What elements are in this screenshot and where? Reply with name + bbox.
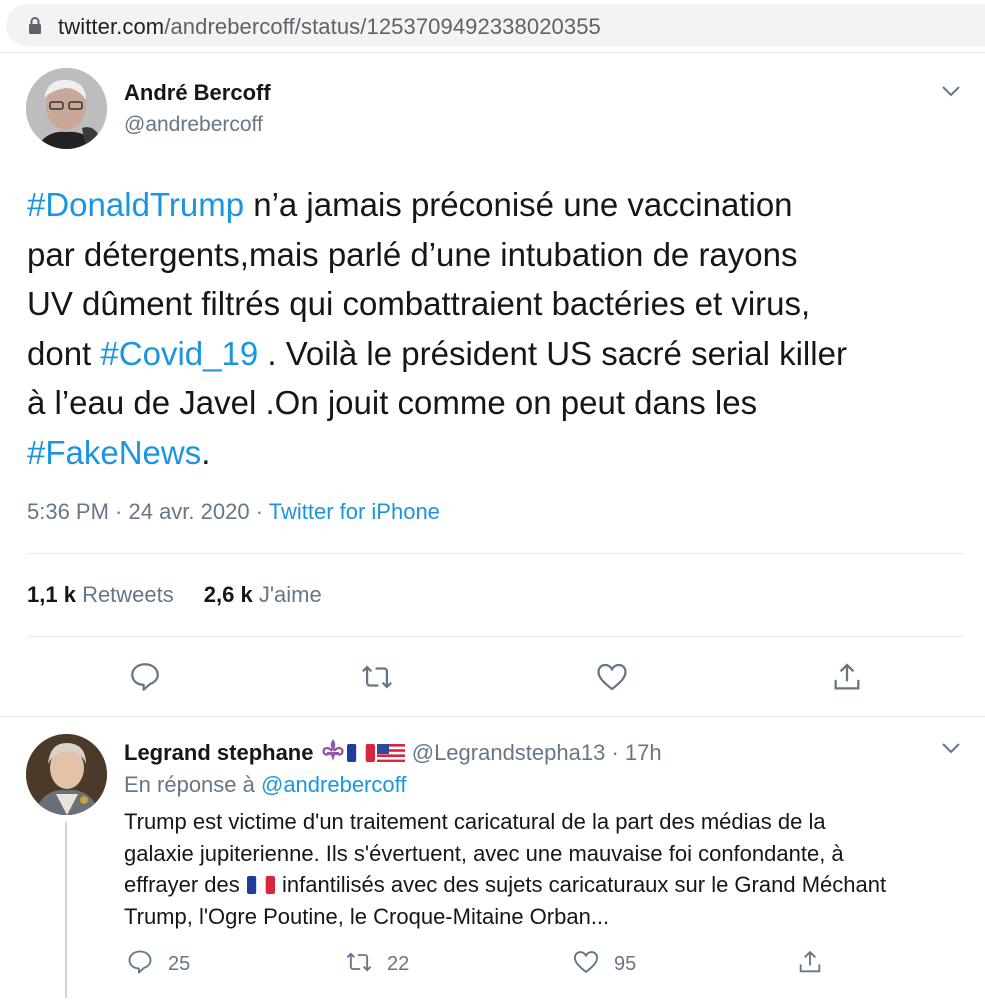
reply-text-segment: effrayer des [124, 872, 246, 897]
reply-header: Legrand stephane @Legrandstepha13 · 17h [124, 737, 662, 766]
retweet-count: 22 [387, 953, 410, 975]
author-handle[interactable]: @andrebercoff [124, 113, 263, 137]
hashtag-link[interactable]: #FakeNews [27, 434, 201, 471]
reply-icon [128, 950, 152, 974]
reply-author-handle[interactable]: @Legrandstepha13 [412, 740, 606, 765]
url-path: /andrebercoff/status/1253709492338020355 [164, 14, 601, 39]
tweet-text-line: UV dûment filtrés qui combattraient bact… [27, 285, 811, 322]
like-count: 95 [614, 953, 637, 975]
reply-author-name[interactable]: Legrand stephane [124, 740, 313, 765]
hashtag-link[interactable]: #DonaldTrump [27, 186, 244, 223]
tweet-text-line: par détergents,mais parlé d’une intubati… [27, 235, 798, 273]
in-reply-to: En réponse à @andrebercoff [124, 772, 406, 798]
reply-text: Trump est victime d'un traitement carica… [124, 806, 974, 932]
tweet-source-link[interactable]: Twitter for iPhone [269, 499, 440, 524]
reply-count: 25 [168, 953, 191, 975]
flag-france-icon [246, 876, 275, 894]
lock-icon [29, 17, 41, 34]
divider [0, 52, 985, 53]
reply-timestamp[interactable]: · 17h [605, 740, 661, 765]
chevron-down-icon[interactable] [941, 741, 961, 755]
chevron-down-icon[interactable] [941, 84, 961, 98]
reply-text-line: galaxie jupiterienne. Ils s'évertuent, a… [124, 840, 844, 866]
share-icon[interactable] [830, 660, 864, 694]
reply-text-line: Trump, l'Ogre Poutine, le Croque-Mitaine… [124, 903, 610, 929]
flag-usa-icon [376, 744, 405, 762]
avatar-image [26, 68, 107, 149]
tweet-timestamp[interactable]: 5:36 PM · 24 avr. 2020 · [27, 499, 269, 524]
retweet-action[interactable]: 22 [345, 948, 409, 978]
divider [0, 716, 985, 717]
reply-action[interactable]: 25 [126, 948, 190, 978]
likes-label[interactable]: J'aime [259, 582, 322, 607]
retweets-count[interactable]: 1,1 k [27, 582, 76, 607]
tweet-meta: 5:36 PM · 24 avr. 2020 · Twitter for iPh… [27, 499, 440, 525]
divider [27, 553, 964, 554]
retweet-icon [346, 952, 372, 972]
thread-line [65, 822, 67, 998]
tweet-text-segment: . [201, 433, 211, 471]
share-icon [799, 950, 821, 973]
tweet-text-line: à l’eau de Javel .On jouit comme on peut… [27, 384, 758, 421]
reply-text-line: Trump est victime d'un traitement carica… [124, 809, 826, 834]
avatar[interactable] [26, 734, 107, 815]
author-name[interactable]: André Bercoff [124, 80, 271, 106]
tweet-text: #DonaldTrump n’a jamais préconisé une va… [27, 180, 972, 477]
fleur-de-lis-icon [322, 739, 344, 761]
avatar[interactable] [26, 68, 107, 149]
avatar-image [26, 734, 107, 815]
mention-link[interactable]: @andrebercoff [261, 772, 406, 797]
retweets-label[interactable]: Retweets [82, 582, 174, 607]
heart-icon [573, 951, 599, 974]
flag-france-icon [346, 744, 375, 762]
in-reply-to-prefix: En réponse à [124, 772, 261, 797]
like-action[interactable]: 95 [572, 948, 636, 978]
url-domain: twitter.com [58, 14, 165, 39]
hashtag-link[interactable]: #Covid_19 [100, 335, 258, 372]
tweet-text-segment: . Voilà le président US sacré serial kil… [258, 334, 847, 372]
tweet-stats: 1,1 k Retweets 2,6 k J'aime [27, 582, 322, 608]
tweet-text-segment: dont [27, 334, 101, 372]
address-bar[interactable]: twitter.com/andrebercoff/status/12537094… [6, 4, 985, 46]
retweet-icon[interactable] [360, 660, 394, 694]
url-text[interactable]: twitter.com/andrebercoff/status/12537094… [58, 14, 601, 40]
likes-count[interactable]: 2,6 k [204, 582, 253, 607]
share-action[interactable] [796, 948, 824, 978]
divider [27, 636, 964, 637]
heart-icon[interactable] [595, 660, 629, 694]
tweet-text-segment: n’a jamais préconisé une vaccination [244, 186, 793, 223]
reply-text-segment: infantilisés avec des sujets caricaturau… [275, 872, 887, 897]
reply-icon[interactable] [128, 660, 162, 694]
